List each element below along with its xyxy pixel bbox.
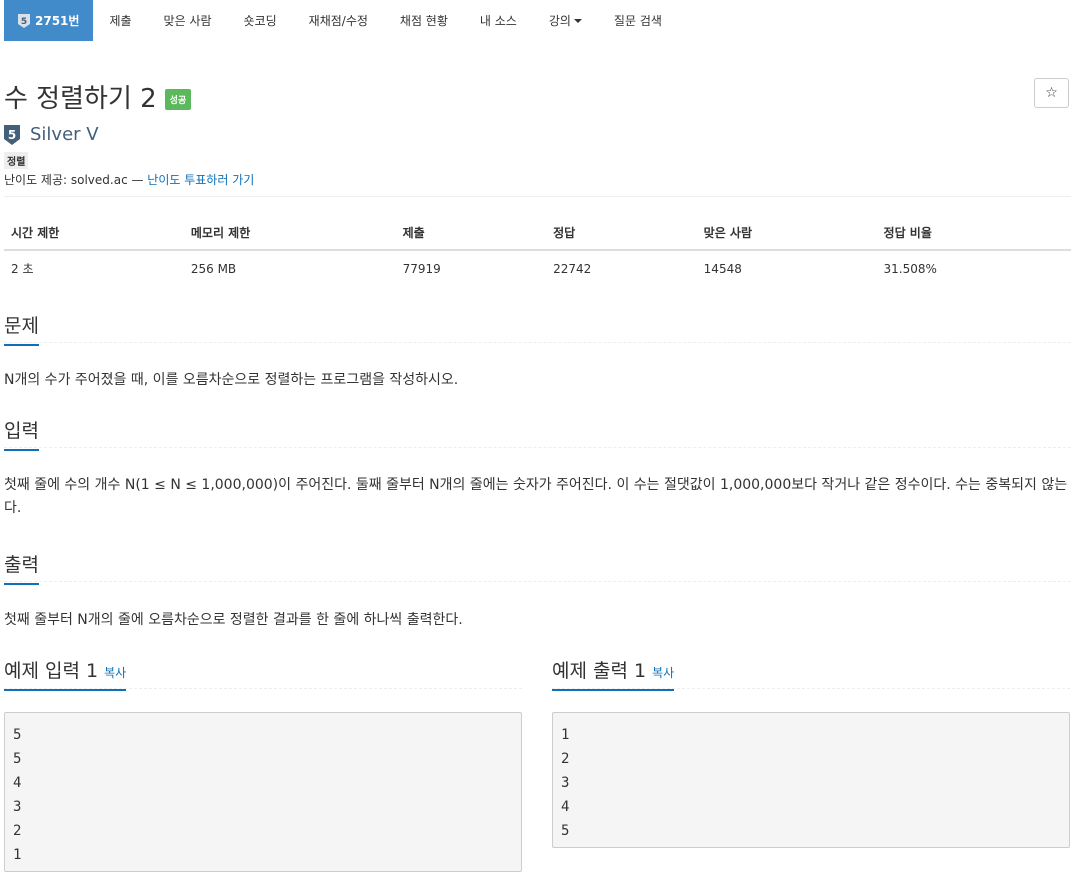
value-submissions: 77919 [402,261,441,276]
section-divider [4,342,1071,343]
section-divider [4,447,1071,448]
sample-output-title: 예제 출력 1 복사 [552,656,675,691]
header-memory-limit: 메모리 제한 [183,216,396,251]
tier-number: 5 [8,128,16,142]
tab-short-coding[interactable]: 숏코딩 [228,0,293,41]
header-time-limit: 시간 제한 [4,216,184,251]
difficulty-vote-link[interactable]: 난이도 투표하러 가기 [147,173,254,187]
copy-sample-input-button[interactable]: 복사 [104,666,126,680]
section-divider [4,581,1071,582]
problem-info-table: 시간 제한 메모리 제한 제출 정답 맞은 사람 정답 비율 2 초 256 M… [4,216,1071,286]
star-icon: ☆ [1045,85,1058,101]
value-solvers: 14548 [703,261,742,276]
page-title: 수 정렬하기 2 [4,84,157,114]
tab-problem-number[interactable]: 5 2751번 [4,0,94,41]
table-header-row: 시간 제한 메모리 제한 제출 정답 맞은 사람 정답 비율 [4,216,1071,251]
divider [4,196,1071,197]
output-section-title: 출력 [4,550,39,585]
value-time-limit: 2 초 [11,262,34,276]
algorithm-tag[interactable]: 정렬 [4,152,29,169]
problem-section-title: 문제 [4,311,39,346]
title-row: 수 정렬하기 2 성공 [4,78,192,115]
tier-badge-number: 5 [21,17,27,27]
input-section-title: 입력 [4,416,39,451]
tab-correct-users[interactable]: 맞은 사람 [148,0,228,41]
tab-submit[interactable]: 제출 [93,0,147,41]
section-divider [4,688,522,689]
problem-nav: 5 2751번 제출 맞은 사람 숏코딩 재채점/수정 채점 현황 내 소스 강… [4,0,678,41]
favorite-button[interactable]: ☆ [1034,78,1069,108]
tier-row: 5 Silver V [4,124,99,145]
caret-down-icon [573,18,582,23]
header-ratio: 정답 비율 [876,216,1071,251]
tab-my-source[interactable]: 내 소스 [464,0,533,41]
input-description: 첫째 줄에 수의 개수 N(1 ≤ N ≤ 1,000,000)이 주어진다. … [4,477,1068,516]
value-accepted: 22742 [553,261,592,276]
silver-tier-icon: 5 [4,124,20,145]
header-accepted: 정답 [546,216,697,251]
sample-input-title: 예제 입력 1 복사 [4,656,127,691]
sample-output-box[interactable]: 1 2 3 4 5 [552,712,1070,848]
tier-name[interactable]: Silver V [30,124,99,145]
value-memory-limit: 256 MB [190,261,237,276]
copy-sample-output-button[interactable]: 복사 [652,666,674,680]
status-badge: 성공 [164,89,192,110]
difficulty-prefix: 난이도 제공: solved.ac — [4,173,148,187]
table-row: 2 초 256 MB 77919 22742 14548 31.508% [4,250,1071,286]
tab-status[interactable]: 채점 현황 [384,0,464,41]
silver-tier-icon: 5 [18,13,30,28]
sample-input-box[interactable]: 5 5 4 3 2 1 [4,712,522,872]
header-submissions: 제출 [395,216,547,251]
section-divider [552,688,1070,689]
tab-question-search[interactable]: 질문 검색 [598,0,678,41]
output-description: 첫째 줄부터 N개의 줄에 오름차순으로 정렬한 결과를 한 줄에 하나씩 출력… [4,612,463,628]
tab-lecture-dropdown[interactable]: 강의 [533,0,598,41]
header-solvers: 맞은 사람 [696,216,877,251]
value-ratio: 31.508% [883,261,937,276]
problem-number-label: 2751번 [35,14,80,28]
problem-description: N개의 수가 주어졌을 때, 이를 오름차순으로 정렬하는 프로그램을 작성하시… [4,372,459,388]
difficulty-credit: 난이도 제공: solved.ac — 난이도 투표하러 가기 [4,171,254,188]
tab-rejudge[interactable]: 재채점/수정 [293,0,384,41]
